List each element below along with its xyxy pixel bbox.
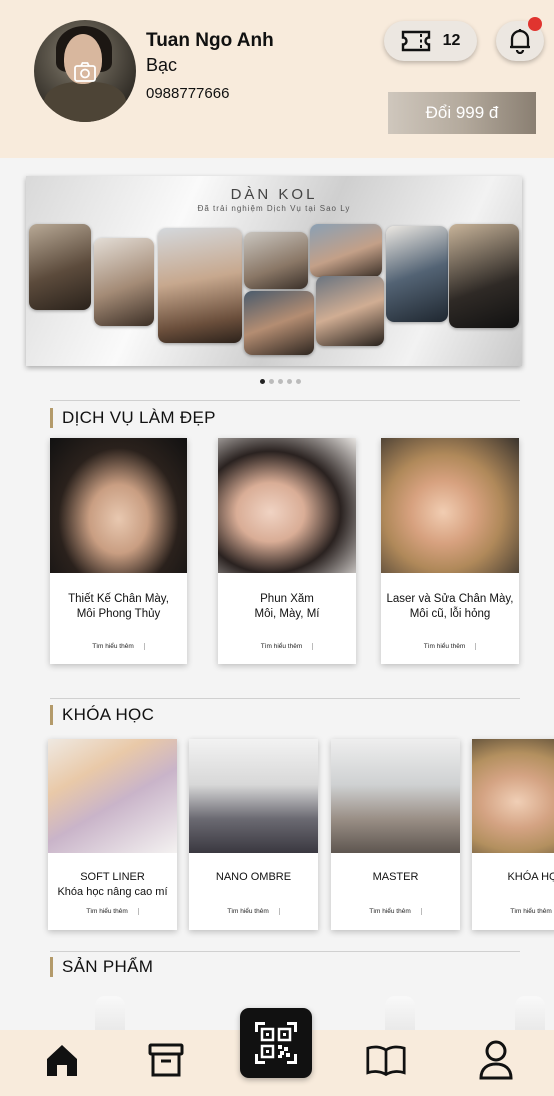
- carousel-pagination[interactable]: [260, 379, 301, 384]
- nav-profile[interactable]: [476, 1040, 516, 1080]
- kol-photo: [94, 238, 154, 326]
- qr-scan-button[interactable]: [240, 1008, 312, 1078]
- ticket-button[interactable]: 12: [384, 21, 477, 61]
- banner-subtitle: Đã trải nghiệm Dịch Vụ tại Sao Ly: [197, 204, 351, 213]
- course-card[interactable]: MASTER Tìm hiểu thêm: [331, 739, 460, 930]
- kol-banner[interactable]: DÀN KOL Đã trải nghiệm Dịch Vụ tại Sao L…: [26, 176, 522, 366]
- product-thumbnail[interactable]: [385, 996, 415, 1030]
- learn-more-link[interactable]: Tìm hiểu thêm: [218, 643, 356, 650]
- nav-home[interactable]: [42, 1040, 82, 1080]
- carousel-dot[interactable]: [287, 379, 292, 384]
- product-thumbnail[interactable]: [95, 996, 125, 1030]
- home-icon: [47, 1045, 77, 1076]
- nav-archive[interactable]: [146, 1040, 186, 1080]
- archive-icon: [148, 1043, 184, 1077]
- profile-header: Tuan Ngo Anh Bạc 0988777666 12 Đổi 999 đ: [0, 0, 554, 158]
- learn-more-link[interactable]: Tìm hiểu thêm: [472, 908, 554, 915]
- section-title-courses: KHÓA HỌC: [50, 705, 154, 725]
- kol-photo: [244, 291, 314, 355]
- membership-tier: Bạc: [146, 55, 178, 75]
- course-photo: [189, 739, 318, 853]
- carousel-dot[interactable]: [260, 379, 265, 384]
- learn-more-link[interactable]: Tìm hiểu thêm: [381, 643, 519, 650]
- user-name: Tuan Ngo Anh: [146, 30, 274, 51]
- service-photo: [218, 438, 356, 573]
- kol-photo: [449, 224, 519, 328]
- service-card[interactable]: Laser và Sửa Chân Mày, Môi cũ, lỗi hỏng T…: [381, 438, 519, 664]
- section-title-services: DỊCH VỤ LÀM ĐẸP: [50, 408, 216, 428]
- phone-number: 0988777666: [146, 85, 230, 102]
- service-photo: [50, 438, 187, 573]
- notification-badge: [528, 17, 542, 31]
- book-icon: [366, 1045, 406, 1077]
- divider: [50, 698, 520, 699]
- user-icon: [479, 1040, 513, 1080]
- course-photo: [472, 739, 554, 853]
- course-photo: [331, 739, 460, 853]
- course-card[interactable]: SOFT LINER Khóa học nâng cao mí Tìm hiểu …: [48, 739, 177, 930]
- bell-icon: [510, 29, 530, 54]
- kol-photo: [158, 228, 242, 343]
- notification-button[interactable]: [496, 17, 544, 61]
- nav-book[interactable]: [366, 1040, 406, 1080]
- carousel-dot[interactable]: [269, 379, 274, 384]
- carousel-dot[interactable]: [296, 379, 301, 384]
- kol-photo: [244, 232, 308, 289]
- kol-photo: [29, 224, 91, 310]
- course-card[interactable]: NANO OMBRE Tìm hiểu thêm: [189, 739, 318, 930]
- course-photo: [48, 739, 177, 853]
- carousel-dot[interactable]: [278, 379, 283, 384]
- qr-code-icon: [255, 1022, 297, 1064]
- learn-more-link[interactable]: Tìm hiểu thêm: [50, 643, 187, 650]
- service-card[interactable]: Phun Xăm Môi, Mày, Mí Tìm hiểu thêm: [218, 438, 356, 664]
- kol-photo: [310, 224, 382, 277]
- service-photo: [381, 438, 519, 573]
- kol-photo: [386, 226, 448, 322]
- camera-icon[interactable]: [73, 60, 97, 84]
- course-card[interactable]: KHÓA HỌC Tìm hiểu thêm: [472, 739, 554, 930]
- product-thumbnail[interactable]: [515, 996, 545, 1030]
- service-card[interactable]: Thiết Kế Chân Mày, Môi Phong Thủy Tìm hiể…: [50, 438, 187, 664]
- app-screen: Tuan Ngo Anh Bạc 0988777666 12 Đổi 999 đ: [0, 0, 554, 1096]
- ticket-icon: [401, 30, 430, 52]
- redeem-button[interactable]: Đổi 999 đ: [388, 92, 536, 134]
- section-title-products: SẢN PHẨM: [50, 957, 153, 977]
- banner-title: DÀN KOL: [230, 186, 318, 203]
- kol-photo: [316, 276, 384, 346]
- learn-more-link[interactable]: Tìm hiểu thêm: [189, 908, 318, 915]
- divider: [50, 951, 520, 952]
- divider: [50, 400, 520, 401]
- ticket-count: 12: [442, 32, 461, 49]
- learn-more-link[interactable]: Tìm hiểu thêm: [48, 908, 177, 915]
- learn-more-link[interactable]: Tìm hiểu thêm: [331, 908, 460, 915]
